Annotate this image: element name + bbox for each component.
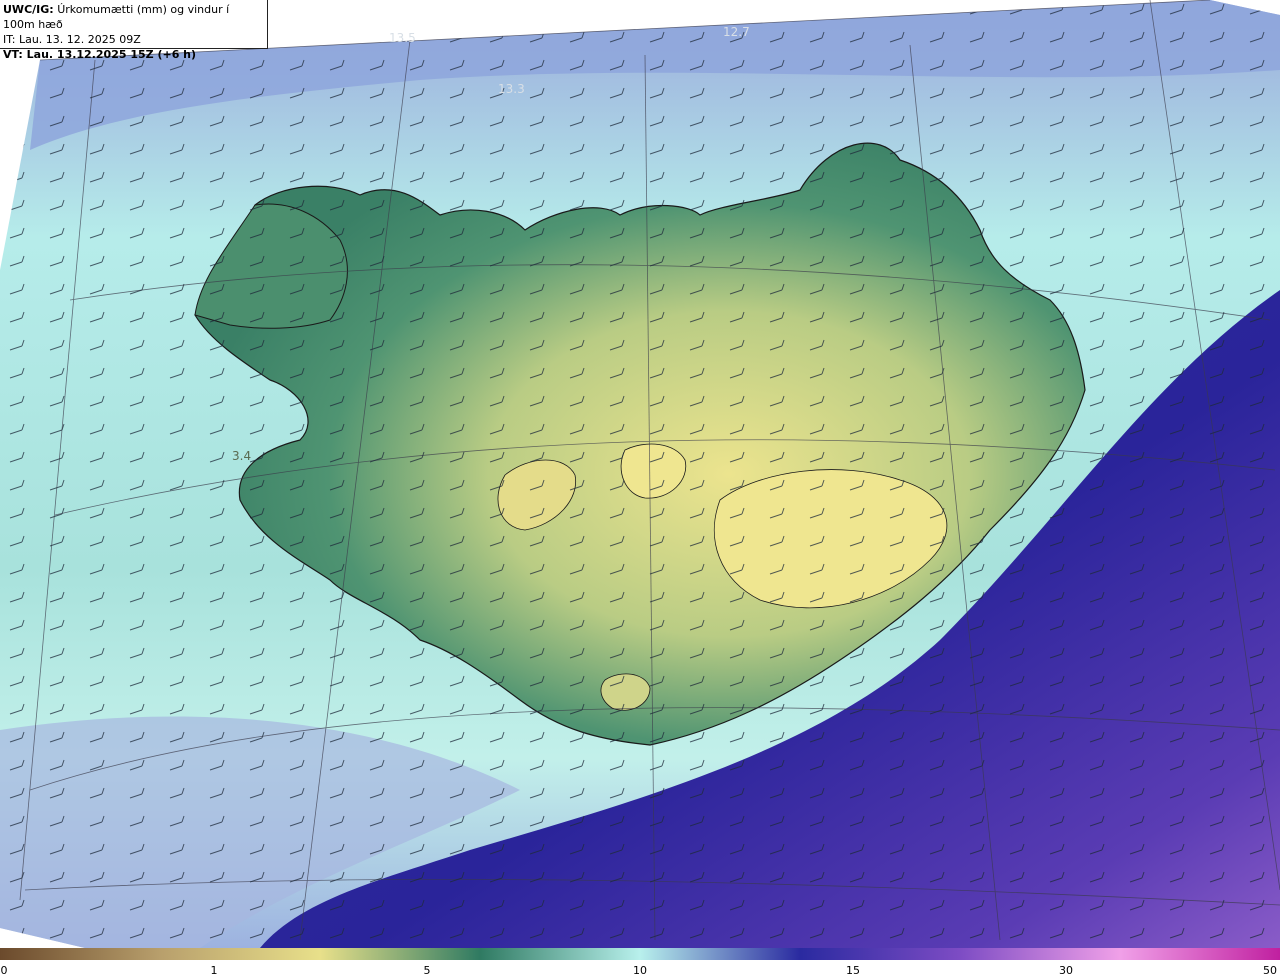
valid-time: VT: Lau. 13.12.2025 15Z (+6 h) [3,48,197,61]
map-info-box: UWC/IG: Úrkomumætti (mm) og vindur í 100… [0,0,268,61]
map-value-label: 12.7 [723,25,750,39]
colorbar-tick: 15 [846,964,860,977]
wind-barbs [0,0,1280,948]
map-canvas: 13.5 12.7 13.3 3.4 [0,0,1280,948]
map-title-line: UWC/IG: Úrkomumætti (mm) og vindur í 100… [3,2,264,32]
colorbar-tick: 30 [1059,964,1073,977]
colorbar-legend: 0 1 5 10 15 30 50 [0,948,1280,978]
colorbar-tick: 10 [633,964,647,977]
colorbar-tick: 5 [423,964,431,977]
map-value-label: 13.5 [389,31,416,45]
colorbar-tick: 50 [1263,964,1277,977]
model-name: UWC/IG: [3,3,54,16]
colorbar-tick: 0 [0,964,8,977]
colorbar-tick: 1 [210,964,218,977]
map-value-label: 3.4 [232,449,251,463]
issue-time: IT: Lau. 13. 12. 2025 09Z [3,33,141,46]
precipitable-water-map: 13.5 12.7 13.3 3.4 UWC/IG: Úrkomumætti (… [0,0,1280,978]
colorbar-strip [0,948,1280,960]
map-value-label: 13.3 [498,82,525,96]
